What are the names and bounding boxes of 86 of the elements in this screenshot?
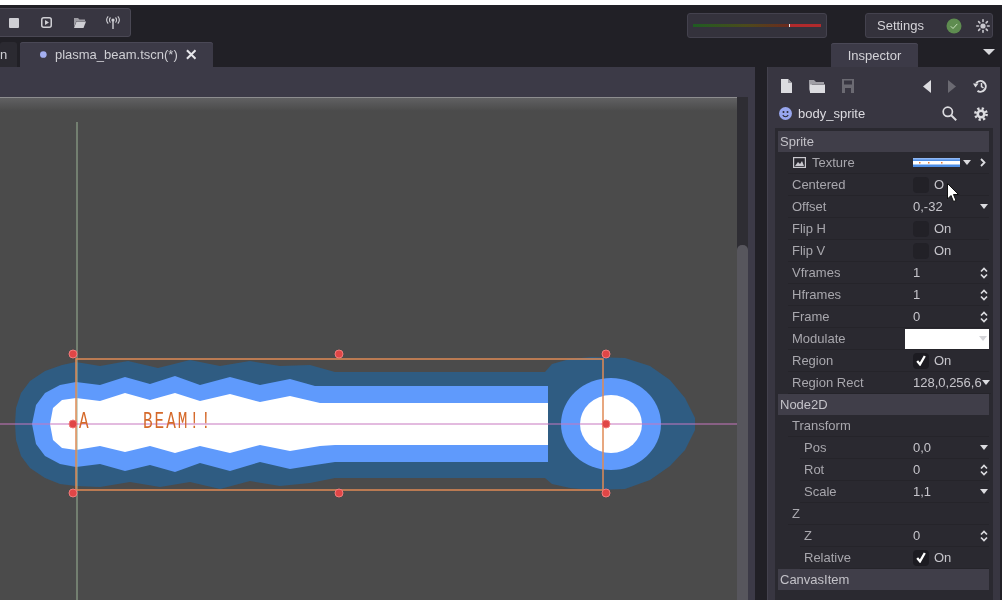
property-label: Z [804, 528, 812, 543]
checkbox[interactable] [913, 352, 929, 369]
dock-tab[interactable]: Inspector [831, 43, 918, 67]
vector-field[interactable]: 0,0 [913, 440, 989, 455]
play-scene-icon[interactable] [41, 17, 52, 28]
caret-icon[interactable] [963, 160, 971, 165]
property-label: Relative [804, 550, 851, 565]
caret-icon[interactable] [980, 489, 988, 494]
checkbox-label: On [934, 221, 952, 236]
status-check-icon [946, 17, 962, 34]
scrollbar-thumb[interactable] [737, 245, 748, 600]
left-arrow-icon[interactable] [923, 79, 931, 93]
sprite-pixel-text: A [79, 411, 91, 432]
broadcast-icon[interactable] [105, 16, 120, 29]
section-header[interactable]: Node2D [778, 394, 989, 415]
property-label: Region Rect [792, 375, 864, 390]
property-label: Vframes [792, 265, 841, 280]
caret-icon[interactable] [980, 445, 988, 450]
checkbox-label: On [934, 550, 952, 565]
file-icon[interactable] [781, 79, 792, 93]
sun-icon[interactable] [976, 18, 990, 33]
mouse-cursor-icon [947, 183, 959, 202]
node-name: body_sprite [798, 106, 866, 121]
caret-icon[interactable] [981, 380, 990, 385]
checkbox[interactable] [913, 549, 929, 566]
chevron-right-icon[interactable] [980, 158, 986, 167]
property-label: Centered [792, 177, 846, 192]
property-label: Pos [804, 440, 827, 455]
up-down-arrows-icon[interactable] [980, 529, 988, 542]
smiley-icon [779, 107, 792, 120]
property-label: Offset [792, 199, 827, 214]
checkmark-icon [916, 552, 926, 563]
property-group[interactable]: Z [788, 506, 800, 521]
resize-handle[interactable] [68, 419, 78, 429]
history-icon[interactable] [973, 79, 988, 93]
spin-field[interactable]: 0 [913, 309, 989, 324]
resize-handle[interactable] [334, 349, 344, 359]
up-down-arrows-icon[interactable] [980, 310, 988, 323]
up-down-arrows-icon[interactable] [980, 288, 988, 301]
spin-field[interactable]: 0 [913, 528, 989, 543]
property-label: Scale [804, 484, 837, 499]
folder-icon[interactable] [809, 79, 825, 93]
spin-field[interactable]: 1 [913, 265, 989, 280]
resize-handle[interactable] [601, 488, 611, 498]
property-label: Flip V [792, 243, 826, 258]
property-label: Frame [792, 309, 830, 324]
up-down-arrows-icon[interactable] [980, 266, 988, 279]
color-swatch[interactable] [905, 328, 989, 349]
caret-icon[interactable] [983, 48, 995, 55]
resize-handle[interactable] [68, 349, 78, 359]
section-header[interactable]: Sprite [778, 131, 989, 152]
section-header[interactable]: CanvasItem [778, 569, 989, 590]
checkbox-label: On [934, 353, 952, 368]
checkbox-label: O [934, 177, 945, 192]
folder-icon[interactable] [73, 17, 86, 28]
checkmark-icon [916, 355, 926, 366]
property-label: Region [792, 353, 834, 368]
sprite-pixel-text: BEAM!! [143, 411, 213, 432]
image-icon [793, 157, 806, 168]
resize-handle[interactable] [601, 419, 611, 429]
up-down-arrows-icon[interactable] [980, 463, 988, 476]
caret-icon[interactable] [980, 204, 988, 209]
property-label: Modulate [792, 331, 846, 346]
spin-field[interactable]: 0 [913, 462, 989, 477]
property-group[interactable]: Transform [788, 418, 851, 433]
property-label: Hframes [792, 287, 842, 302]
checkbox-label: On [934, 243, 952, 258]
scene-dot-icon [40, 51, 47, 58]
spin-field[interactable]: 1 [913, 287, 989, 302]
vector-field[interactable]: 0,-32 [913, 199, 989, 214]
resize-handle[interactable] [68, 488, 78, 498]
settings-icon[interactable] [974, 106, 988, 121]
close-icon[interactable] [185, 49, 197, 60]
stop-icon[interactable] [8, 17, 19, 28]
texture-thumbnail[interactable] [913, 158, 960, 167]
settings-menu[interactable]: Settings [877, 18, 924, 33]
vector-field[interactable]: 128,0,256,6 [913, 375, 991, 390]
search-icon[interactable] [942, 106, 957, 121]
resize-handle[interactable] [601, 349, 611, 359]
property-label: Rot [804, 462, 825, 477]
vector-field[interactable]: 1,1 [913, 484, 989, 499]
property-label: Flip H [792, 221, 826, 236]
scene-tab[interactable]: n [0, 42, 18, 67]
scene-tab[interactable]: plasma_beam.tscn(*) [20, 42, 214, 67]
property-label: Texture [812, 155, 855, 170]
resize-handle[interactable] [334, 488, 344, 498]
